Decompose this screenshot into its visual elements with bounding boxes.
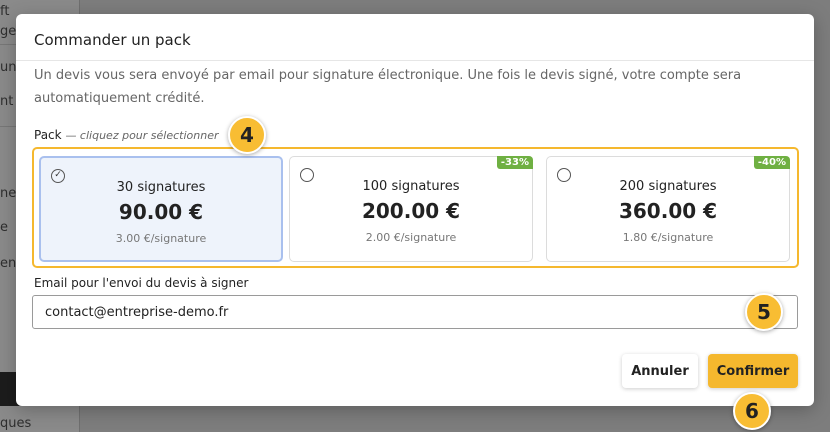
pack-label: Pack — cliquez pour sélectionner <box>34 128 219 142</box>
background-text: ques <box>0 416 32 431</box>
background-text: ge <box>0 24 17 39</box>
pack-price: 360.00 € <box>618 199 718 223</box>
email-label: Email pour l'envoi du devis à signer <box>34 276 249 290</box>
pack-count: 200 signatures <box>619 179 717 194</box>
pack-unit-price: 3.00 €/signature <box>115 232 207 245</box>
pack-unit-price: 2.00 €/signature <box>365 231 457 244</box>
dialog-title: Commander un pack <box>34 31 191 49</box>
background-text: en <box>0 256 17 271</box>
dialog-divider <box>16 60 814 61</box>
pack-count: 30 signatures <box>116 180 206 195</box>
step-badge-pack: 4 <box>228 116 266 154</box>
confirm-button[interactable]: Confirmer <box>708 354 798 388</box>
cancel-button[interactable]: Annuler <box>622 354 698 388</box>
background-text: e <box>0 220 8 235</box>
email-input[interactable] <box>32 295 798 329</box>
discount-badge: -33% <box>496 156 533 169</box>
background-text: ne <box>0 186 17 201</box>
dialog-intro-text: Un devis vous sera envoyé par email pour… <box>34 68 742 106</box>
pack-unit-price: 1.80 €/signature <box>622 231 714 244</box>
step-badge-confirm: 6 <box>733 392 771 430</box>
pack-option-100[interactable]: -33% 100 signatures 200.00 € 2.00 €/sign… <box>289 156 533 262</box>
step-badge-email: 5 <box>745 293 783 331</box>
pack-count: 100 signatures <box>362 179 460 194</box>
pack-hint: — cliquez pour sélectionner <box>65 129 219 142</box>
pack-label-text: Pack <box>34 128 62 142</box>
pack-options: ✓ 30 signatures 90.00 € 3.00 €/signature… <box>32 147 799 268</box>
pack-option-200[interactable]: -40% 200 signatures 360.00 € 1.80 €/sign… <box>546 156 790 262</box>
pack-price: 90.00 € <box>118 200 204 224</box>
pack-price: 200.00 € <box>361 199 461 223</box>
pack-option-30[interactable]: ✓ 30 signatures 90.00 € 3.00 €/signature <box>39 156 283 262</box>
background-text: ft <box>0 4 10 19</box>
discount-badge: -40% <box>753 156 790 169</box>
order-pack-dialog: Commander un pack Un devis vous sera env… <box>16 14 814 406</box>
